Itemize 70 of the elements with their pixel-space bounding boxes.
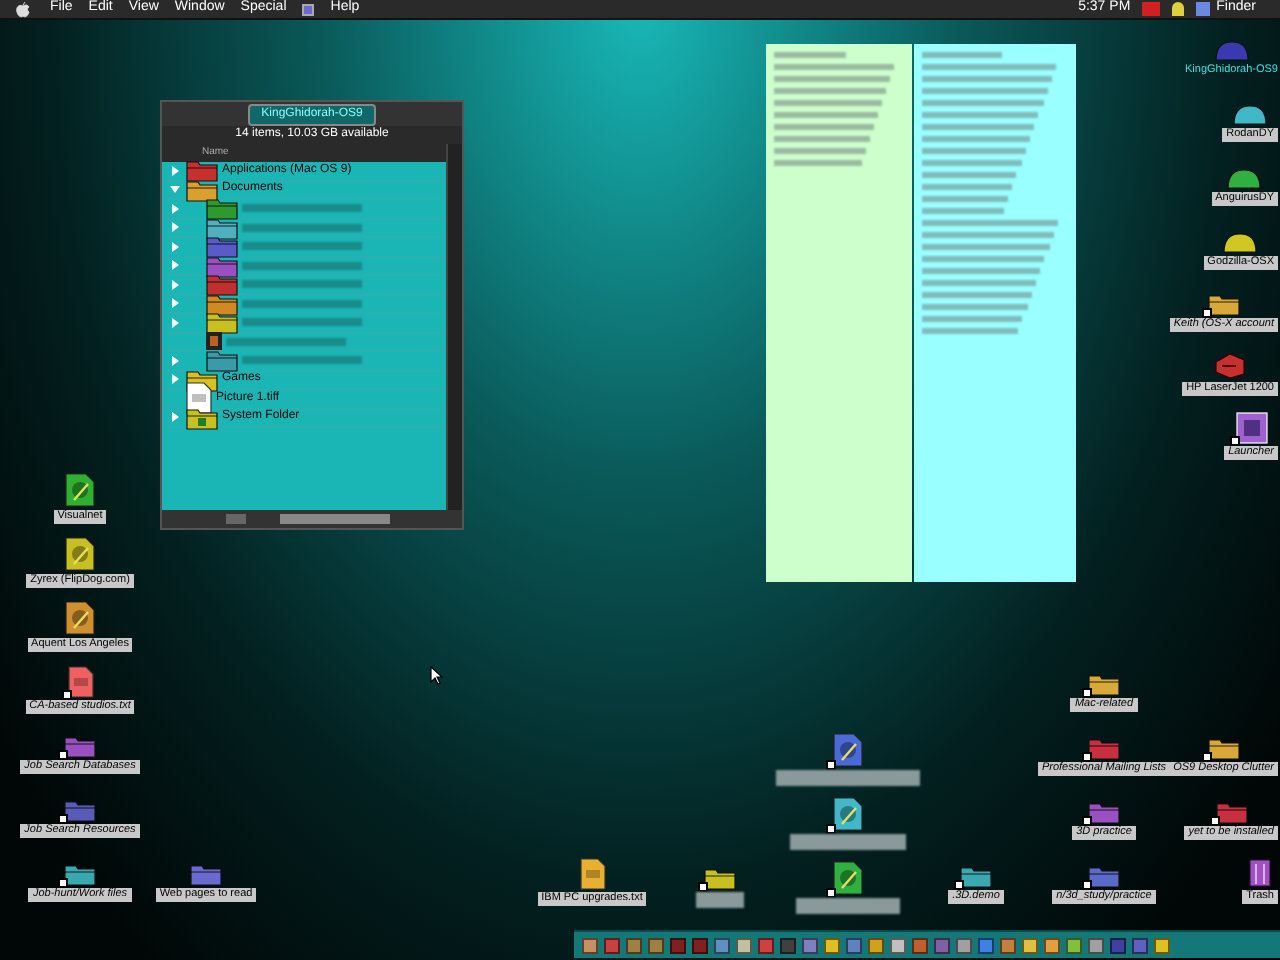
- blurred-text: [922, 112, 1039, 118]
- folder-icon: [186, 405, 218, 430]
- disclosure-triangle-icon[interactable]: [169, 317, 179, 328]
- blurred-text: [922, 64, 1057, 70]
- blurred-text: [922, 244, 1049, 250]
- blurred-text: [922, 136, 1031, 142]
- blurred-text: [922, 184, 1013, 190]
- disclosure-triangle-icon[interactable]: [169, 203, 179, 214]
- disclosure-triangle-icon[interactable]: [169, 374, 179, 385]
- disclosure-triangle-icon[interactable]: [169, 298, 179, 309]
- blurred-label: [790, 834, 906, 850]
- blurred-text: [922, 100, 1044, 106]
- disclosure-triangle-icon[interactable]: [169, 165, 179, 176]
- blurred-text: [774, 160, 863, 166]
- blurred-text: [774, 64, 894, 70]
- blurred-text: [922, 208, 1004, 214]
- sticky-note[interactable]: [766, 44, 912, 582]
- scroll-thumb[interactable]: [226, 514, 246, 524]
- blurred-text: [774, 88, 886, 94]
- blurred-text: [922, 220, 1058, 226]
- blurred-text: [922, 304, 1028, 310]
- pointer-icon: [430, 666, 444, 686]
- blurred-label: [242, 204, 362, 213]
- blurred-label: [776, 770, 920, 786]
- blurred-label: [242, 242, 362, 251]
- blurred-text: [922, 292, 1032, 298]
- blurred-label: [242, 261, 362, 270]
- blurred-text: [774, 112, 878, 118]
- document-icon: [186, 382, 212, 415]
- blurred-text: [922, 88, 1048, 94]
- blurred-text: [922, 268, 1041, 274]
- folder-icon: [186, 158, 218, 183]
- disclosure-triangle-icon[interactable]: [169, 260, 179, 271]
- blurred-text: [774, 76, 890, 82]
- blurred-text: [922, 316, 1023, 322]
- disclosure-triangle-icon[interactable]: [169, 222, 179, 233]
- disclosure-triangle-icon[interactable]: [169, 412, 179, 423]
- blurred-text: [922, 160, 1022, 166]
- blurred-label: [242, 299, 362, 308]
- blurred-text: [922, 148, 1026, 154]
- blurred-text: [774, 148, 867, 154]
- blurred-text: [922, 124, 1035, 130]
- blurred-label: [226, 337, 346, 346]
- blurred-text: [774, 100, 882, 106]
- disclosure-triangle-icon[interactable]: [169, 241, 179, 252]
- sticky-note[interactable]: [914, 44, 1076, 582]
- vertical-scrollbar[interactable]: [446, 144, 462, 510]
- blurred-text: [922, 280, 1036, 286]
- blurred-label: [242, 356, 362, 365]
- disclosure-triangle-icon[interactable]: [169, 279, 179, 290]
- horizontal-scrollbar[interactable]: [162, 510, 462, 528]
- blurred-text: [922, 232, 1054, 238]
- disclosure-triangle-icon[interactable]: [169, 184, 179, 195]
- blurred-text: [774, 52, 846, 58]
- blurred-label: [242, 280, 362, 289]
- image-file-icon: [206, 332, 222, 351]
- blurred-text: [922, 52, 1003, 58]
- blurred-text: [922, 172, 1017, 178]
- blurred-label: [242, 318, 362, 327]
- blurred-label: [696, 892, 744, 908]
- blurred-text: [774, 136, 871, 142]
- blurred-text: [774, 124, 875, 130]
- apple-icon[interactable]: [16, 1, 30, 17]
- blurred-text: [922, 328, 1019, 334]
- blurred-label: [242, 223, 362, 232]
- blurred-text: [922, 196, 1009, 202]
- blurred-label: [796, 898, 900, 914]
- disclosure-triangle-icon[interactable]: [169, 355, 179, 366]
- blurred-text: [922, 76, 1052, 82]
- blurred-text: [922, 256, 1045, 262]
